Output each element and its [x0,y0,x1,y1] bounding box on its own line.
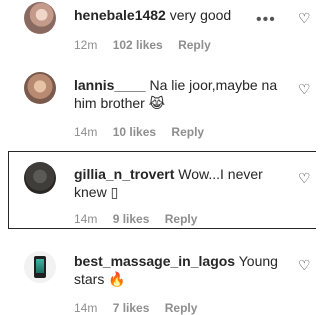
emoji-icon: 😹 [148,96,166,112]
reply-button[interactable]: Reply [165,212,198,226]
comment-likes[interactable]: 10 likes [113,125,156,139]
comment-likes[interactable]: 9 likes [113,212,150,226]
fire-icon: 🔥 [108,272,126,288]
like-heart-icon[interactable]: ♡ [298,11,312,25]
comment-likes[interactable]: 7 likes [113,301,150,315]
emoji-icon: ▯ [110,185,119,201]
comment-username[interactable]: lannis____ [74,77,146,93]
comment-text: lannis____ Na lie joor,maybe na him brot… [74,76,292,113]
comment-username[interactable]: best_massage_in_lagos [74,253,235,269]
like-heart-icon[interactable]: ♡ [298,82,312,96]
like-heart-icon[interactable]: ♡ [298,258,312,272]
comment-text: best_massage_in_lagos Young stars 🔥 [74,252,292,289]
avatar[interactable] [24,251,56,283]
comment-meta: 14m 7 likes Reply [74,301,209,315]
comment-body: very good [169,7,232,23]
more-options-icon[interactable]: ••• [256,12,276,28]
comment-time: 14m [74,212,98,226]
comment-username[interactable]: henebale1482 [74,7,166,23]
phone-icon [34,256,46,278]
avatar[interactable] [24,72,56,104]
avatar[interactable] [24,2,56,34]
comment-meta: 12m 102 likes Reply [74,38,223,52]
comment-time: 14m [74,301,98,315]
avatar[interactable] [24,162,56,194]
comment-time: 14m [74,125,98,139]
comment-username[interactable]: gillia_n_trovert [74,166,174,182]
comment-meta: 14m 9 likes Reply [74,212,209,226]
reply-button[interactable]: Reply [165,301,198,315]
reply-button[interactable]: Reply [178,38,211,52]
comment-text: gillia_n_trovert Wow...I never knew ▯ [74,165,292,202]
like-heart-icon[interactable]: ♡ [298,171,312,185]
comment-likes[interactable]: 102 likes [113,38,163,52]
reply-button[interactable]: Reply [171,125,204,139]
comment-time: 12m [74,38,98,52]
comment-meta: 14m 10 likes Reply [74,125,216,139]
